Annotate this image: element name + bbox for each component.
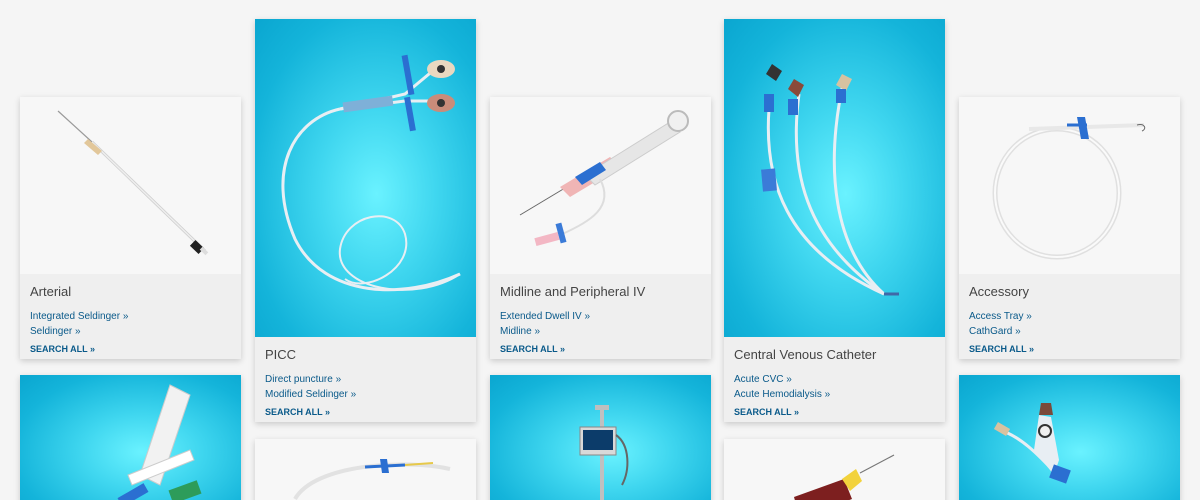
syringe-kit-image[interactable] <box>20 375 241 500</box>
link-acute-cvc[interactable]: Acute CVC » <box>734 372 935 387</box>
search-all-link[interactable]: SEARCH ALL » <box>500 343 701 355</box>
search-all-link[interactable]: SEARCH ALL » <box>969 343 1170 355</box>
link-cathgard[interactable]: CathGard » <box>969 324 1170 339</box>
product-card-central-venous-catheter[interactable]: Central Venous Catheter Acute CVC » Acut… <box>724 19 945 422</box>
central-venous-catheter-image[interactable] <box>724 19 945 337</box>
product-card-syringe-kit[interactable] <box>20 375 241 500</box>
product-card-midline-peripheral-iv[interactable]: Midline and Peripheral IV Extended Dwell… <box>490 97 711 359</box>
link-access-tray[interactable]: Access Tray » <box>969 309 1170 324</box>
product-card-arterial[interactable]: Arterial Integrated Seldinger » Seldinge… <box>20 97 241 359</box>
product-card-ultrasound-system[interactable] <box>490 375 711 500</box>
search-all-link[interactable]: SEARCH ALL » <box>734 406 935 418</box>
product-card-multi-lumen-catheter[interactable] <box>959 375 1180 500</box>
product-card-accessory[interactable]: Accessory Access Tray » CathGard » SEARC… <box>959 97 1180 359</box>
link-integrated-seldinger[interactable]: Integrated Seldinger » <box>30 309 231 324</box>
midline-iv-catheter-image[interactable] <box>490 97 711 274</box>
product-card-picc[interactable]: PICC Direct puncture » Modified Seldinge… <box>255 19 476 422</box>
product-card-insertion-device[interactable] <box>724 439 945 500</box>
link-midline[interactable]: Midline » <box>500 324 701 339</box>
insertion-device-image[interactable] <box>724 439 945 500</box>
accessory-guidewire-image[interactable] <box>959 97 1180 274</box>
ultrasound-monitor-stand-image[interactable] <box>490 375 711 500</box>
arterial-catheter-image[interactable] <box>20 97 241 274</box>
card-title[interactable]: PICC <box>265 347 466 363</box>
link-acute-hemodialysis[interactable]: Acute Hemodialysis » <box>734 387 935 402</box>
link-direct-puncture[interactable]: Direct puncture » <box>265 372 466 387</box>
card-title[interactable]: Central Venous Catheter <box>734 347 935 363</box>
guidewire-coil-image[interactable] <box>255 439 476 500</box>
search-all-link[interactable]: SEARCH ALL » <box>30 343 231 355</box>
search-all-link[interactable]: SEARCH ALL » <box>265 406 466 418</box>
picc-catheter-image[interactable] <box>255 19 476 337</box>
link-extended-dwell-iv[interactable]: Extended Dwell IV » <box>500 309 701 324</box>
card-title[interactable]: Accessory <box>969 284 1170 300</box>
product-card-guidewire-coil[interactable] <box>255 439 476 500</box>
link-seldinger[interactable]: Seldinger » <box>30 324 231 339</box>
link-modified-seldinger[interactable]: Modified Seldinger » <box>265 387 466 402</box>
card-title[interactable]: Arterial <box>30 284 231 300</box>
multi-lumen-catheter-image[interactable] <box>959 375 1180 500</box>
card-title[interactable]: Midline and Peripheral IV <box>500 284 701 300</box>
